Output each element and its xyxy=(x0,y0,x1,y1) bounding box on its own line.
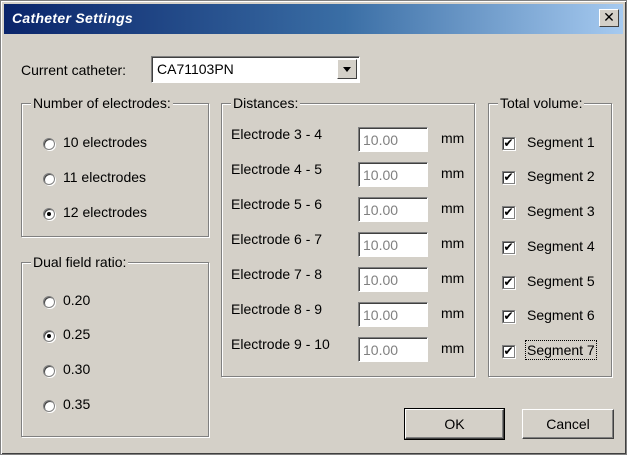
radio-11-electrodes[interactable] xyxy=(43,173,55,185)
check-icon: ✔ xyxy=(503,205,514,219)
radio-label: 10 electrodes xyxy=(63,134,148,150)
segment-3-checkbox[interactable]: ✔ xyxy=(502,206,515,219)
ok-button[interactable]: OK xyxy=(404,408,505,440)
radio-ratio-0-25[interactable] xyxy=(43,330,55,342)
catheter-select-value: CA71103PN xyxy=(157,61,234,77)
distance-label: Electrode 5 - 6 xyxy=(231,196,323,212)
segment-1-checkbox[interactable]: ✔ xyxy=(502,137,515,150)
checkbox-label: Segment 3 xyxy=(527,203,595,219)
distance-value: 10.00 xyxy=(363,237,399,253)
checkbox-label: Segment 6 xyxy=(527,307,595,323)
distance-label: Electrode 8 - 9 xyxy=(231,301,323,317)
dialog-title: Catheter Settings xyxy=(12,10,134,26)
radio-label: 12 electrodes xyxy=(63,204,148,220)
catheter-select[interactable]: CA71103PN xyxy=(151,56,360,83)
radio-ratio-0-35[interactable] xyxy=(43,400,55,412)
unit-label: mm xyxy=(441,305,465,321)
checkbox-label: Segment 4 xyxy=(527,238,595,254)
title-bar[interactable]: Catheter Settings ✕ xyxy=(4,4,623,34)
distance-value: 10.00 xyxy=(363,167,399,183)
distance-label: Electrode 4 - 5 xyxy=(231,161,323,177)
distance-input-3-4[interactable]: 10.00 xyxy=(358,127,428,152)
cancel-button[interactable]: Cancel xyxy=(522,409,614,439)
unit-label: mm xyxy=(441,130,465,146)
distance-label: Electrode 9 - 10 xyxy=(231,336,330,352)
total-volume-legend: Total volume: xyxy=(498,95,585,111)
check-icon: ✔ xyxy=(503,344,514,358)
radio-label: 11 electrodes xyxy=(63,169,147,185)
distance-label: Electrode 6 - 7 xyxy=(231,231,323,247)
segment-2-checkbox[interactable]: ✔ xyxy=(502,171,515,184)
unit-label: mm xyxy=(441,200,465,216)
check-icon: ✔ xyxy=(503,309,514,323)
radio-label: 0.25 xyxy=(63,326,91,342)
unit-label: mm xyxy=(441,235,465,251)
segment-6-checkbox[interactable]: ✔ xyxy=(502,310,515,323)
catheter-settings-dialog: Catheter Settings ✕ Current catheter: CA… xyxy=(0,0,627,455)
unit-label: mm xyxy=(441,340,465,356)
distance-label: Electrode 7 - 8 xyxy=(231,266,323,282)
dual-field-ratio-legend: Dual field ratio: xyxy=(31,254,129,270)
segment-7-checkbox[interactable]: ✔ xyxy=(502,345,515,358)
distance-input-5-6[interactable]: 10.00 xyxy=(358,197,428,222)
distances-group-legend: Distances: xyxy=(231,95,301,111)
chevron-down-icon[interactable] xyxy=(337,59,357,79)
radio-12-electrodes[interactable] xyxy=(43,208,55,220)
checkbox-label: Segment 2 xyxy=(527,168,595,184)
check-icon: ✔ xyxy=(503,170,514,184)
radio-ratio-0-20[interactable] xyxy=(43,296,55,308)
distance-value: 10.00 xyxy=(363,342,399,358)
checkbox-label: Segment 1 xyxy=(527,134,595,150)
current-catheter-label: Current catheter: xyxy=(21,62,127,78)
checkbox-label: Segment 7 xyxy=(525,340,597,360)
distance-value: 10.00 xyxy=(363,202,399,218)
close-icon: ✕ xyxy=(603,10,615,26)
distance-input-8-9[interactable]: 10.00 xyxy=(358,302,428,327)
distance-value: 10.00 xyxy=(363,132,399,148)
segment-5-checkbox[interactable]: ✔ xyxy=(502,276,515,289)
distance-label: Electrode 3 - 4 xyxy=(231,126,323,142)
segment-4-checkbox[interactable]: ✔ xyxy=(502,241,515,254)
radio-ratio-0-30[interactable] xyxy=(43,365,55,377)
electrodes-group-legend: Number of electrodes: xyxy=(31,95,173,111)
radio-label: 0.35 xyxy=(63,396,91,412)
distance-input-6-7[interactable]: 10.00 xyxy=(358,232,428,257)
distance-input-7-8[interactable]: 10.00 xyxy=(358,267,428,292)
checkbox-label: Segment 5 xyxy=(527,273,595,289)
radio-label: 0.20 xyxy=(63,292,91,308)
distance-value: 10.00 xyxy=(363,307,399,323)
radio-label: 0.30 xyxy=(63,361,91,377)
distance-value: 10.00 xyxy=(363,272,399,288)
unit-label: mm xyxy=(441,165,465,181)
close-button[interactable]: ✕ xyxy=(599,9,619,27)
check-icon: ✔ xyxy=(503,136,514,150)
distance-input-4-5[interactable]: 10.00 xyxy=(358,162,428,187)
radio-10-electrodes[interactable] xyxy=(43,138,55,150)
unit-label: mm xyxy=(441,270,465,286)
check-icon: ✔ xyxy=(503,240,514,254)
distance-input-9-10[interactable]: 10.00 xyxy=(358,337,428,362)
check-icon: ✔ xyxy=(503,275,514,289)
